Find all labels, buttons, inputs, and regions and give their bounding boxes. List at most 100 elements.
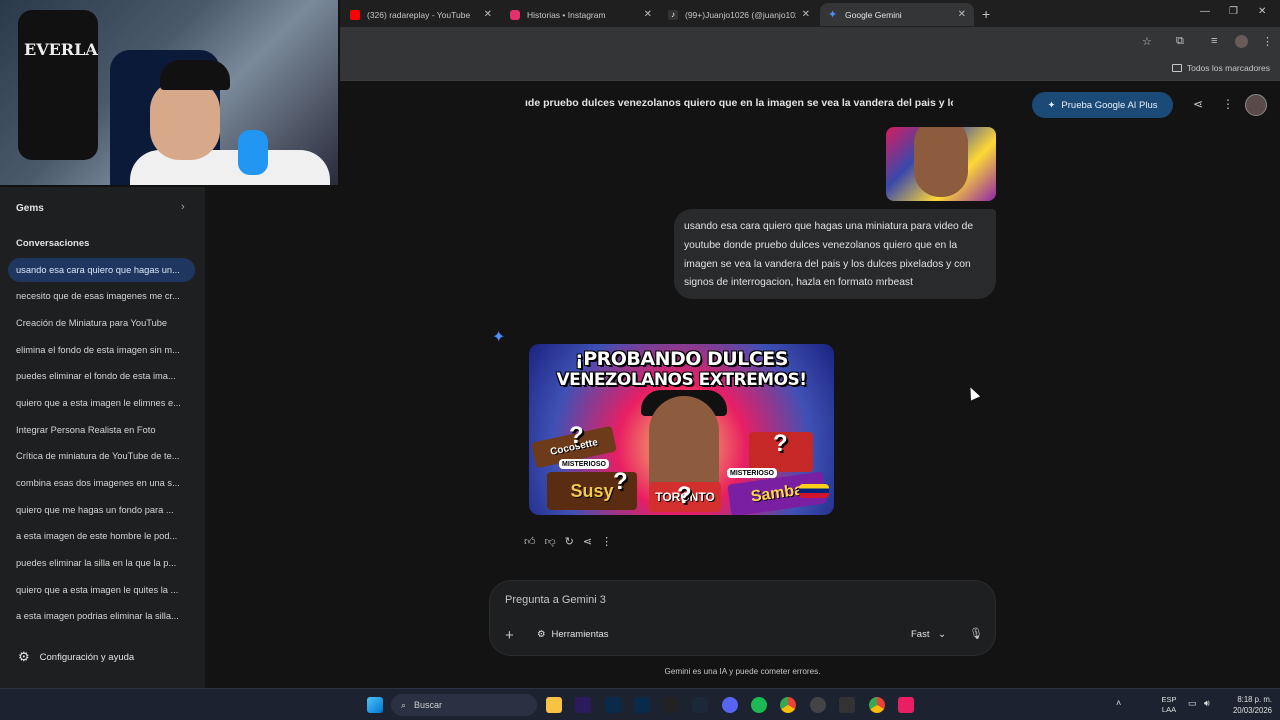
add-icon[interactable]: +: [505, 627, 514, 644]
mode-selector[interactable]: Fast ⌄: [911, 629, 946, 640]
tools-label: Herramientas: [551, 629, 609, 640]
language-indicator[interactable]: ESP LAA: [1160, 695, 1178, 715]
venezuela-flag: [799, 484, 829, 498]
tab-gemini[interactable]: ✦ Google Gemini ✕: [820, 3, 974, 26]
punching-bag: [18, 10, 98, 160]
streamer-face: [150, 80, 220, 160]
conversation-item[interactable]: quiero que me hagas un fondo para ...: [8, 498, 195, 522]
tab-youtube[interactable]: (326) radareplay - YouTube ✕: [342, 3, 500, 26]
extensions-icon[interactable]: ⧉: [1176, 35, 1184, 48]
new-tab-button[interactable]: +: [982, 6, 990, 22]
share-icon[interactable]: ⋖: [583, 535, 592, 548]
clock-time: 8:18 p. m.: [1237, 695, 1272, 704]
app-icon[interactable]: [839, 697, 855, 713]
clock-date: 20/03/2026: [1232, 706, 1272, 715]
face-photo: [914, 127, 968, 197]
conversation-item[interactable]: elimina el fondo de esta imagen sin m...: [8, 338, 195, 362]
conversation-item[interactable]: quiero que a esta imagen le quites la ..…: [8, 578, 195, 602]
conversation-item[interactable]: usando esa cara quiero que hagas un...: [8, 258, 195, 282]
disclaimer: Gemini es una IA y puede cometer errores…: [664, 667, 821, 676]
sparkle-icon: ✦: [1047, 99, 1056, 111]
photoshop-icon[interactable]: [605, 697, 621, 713]
conversation-item[interactable]: a esta imagen de este hombre le pod...: [8, 524, 195, 548]
file-explorer-icon[interactable]: [546, 697, 562, 713]
uploaded-face-image[interactable]: [886, 127, 996, 201]
tab-instagram[interactable]: Historias • Instagram ✕: [502, 3, 660, 26]
more-vert-icon[interactable]: ⋮: [601, 535, 612, 548]
conversations-heading: Conversaciones: [16, 238, 90, 249]
chrome-icon[interactable]: [780, 697, 796, 713]
headline-line-1: ¡PROBANDO DULCES: [575, 348, 788, 370]
folder-icon: [1171, 64, 1182, 72]
settings-label: Configuración y ayuda: [39, 651, 135, 663]
conversation-item[interactable]: Crítica de miniatura de YouTube de te...: [8, 444, 195, 468]
thumbs-down-icon[interactable]: 👎︎: [545, 535, 556, 548]
language-code: ESP: [1161, 695, 1177, 704]
tab-tiktok[interactable]: ♪ (99+)Juanjo1026 (@juanjo1026 ✕: [660, 3, 818, 26]
clock[interactable]: 8:18 p. m. 20/03/2026: [1222, 694, 1272, 716]
conversation-item[interactable]: combina esas dos imagenes en una s...: [8, 471, 195, 495]
media-icon[interactable]: ≡: [1211, 35, 1217, 47]
prompt-input[interactable]: Pregunta a Gemini 3 + ⚙ Herramientas Fas…: [489, 580, 996, 656]
chevron-down-icon: ⌄: [938, 629, 947, 640]
regenerate-icon[interactable]: ↻: [565, 535, 574, 548]
tiktok-icon: ♪: [668, 9, 678, 20]
restore-icon[interactable]: ❐: [1229, 6, 1238, 17]
mode-label: Fast: [911, 629, 930, 640]
mystery-tag-2: MISTERIOSO: [727, 468, 777, 478]
thumbs-up-icon[interactable]: 👍︎: [524, 535, 536, 548]
prompt-placeholder[interactable]: Pregunta a Gemini 3: [505, 594, 606, 606]
question-mark: ?: [773, 430, 788, 457]
steam-icon[interactable]: [692, 697, 708, 713]
close-icon[interactable]: ✕: [484, 9, 492, 20]
chevron-up-icon[interactable]: ˄: [1116, 698, 1121, 708]
upgrade-button[interactable]: ✦ Prueba Google AI Plus: [1032, 92, 1173, 118]
all-bookmarks-label: Todos los marcadores: [1186, 63, 1270, 73]
close-window-icon[interactable]: ✕: [1258, 6, 1266, 17]
conversation-item[interactable]: necesito que de esas imagenes me cr...: [8, 284, 195, 308]
chrome-active-icon[interactable]: [869, 697, 885, 713]
capcut-icon[interactable]: [898, 697, 914, 713]
microphone-icon[interactable]: 🎙︎: [969, 627, 983, 640]
obs-icon[interactable]: [810, 697, 826, 713]
user-message: usando esa cara quiero que hagas una min…: [674, 209, 996, 299]
chevron-right-icon[interactable]: ›: [181, 201, 185, 213]
bookmark-star-icon[interactable]: ☆: [1142, 35, 1152, 48]
conversation-item[interactable]: puedes eliminar la silla en la que la p.…: [8, 551, 195, 575]
close-icon[interactable]: ✕: [958, 9, 966, 20]
close-icon[interactable]: ✕: [802, 9, 810, 20]
gems-link[interactable]: Gems: [16, 203, 44, 214]
network-icon[interactable]: ▭: [1188, 698, 1197, 708]
mouse-cursor: [965, 385, 981, 401]
taskbar-search[interactable]: ⌕ Buscar: [391, 694, 537, 716]
lightroom-icon[interactable]: [634, 697, 650, 713]
headline-line-2: VENEZOLANOS EXTREMOS!: [556, 370, 807, 390]
conversation-item[interactable]: puedes eliminar el fondo de esta ima...: [8, 364, 195, 388]
conversation-item[interactable]: Creación de Miniatura para YouTube: [8, 311, 195, 335]
youtube-icon: [350, 9, 360, 20]
more-vert-icon[interactable]: ⋮: [1222, 97, 1234, 111]
webcam-overlay: EVERLA: [0, 0, 340, 187]
premiere-icon[interactable]: [575, 697, 591, 713]
discord-icon[interactable]: [722, 697, 738, 713]
menu-icon[interactable]: ⋮: [1262, 35, 1273, 48]
generated-thumbnail[interactable]: ¡PROBANDO DULCES VENEZOLANOS EXTREMOS! C…: [529, 344, 834, 515]
tab-title: (326) radareplay - YouTube: [367, 9, 471, 20]
windows-start-icon[interactable]: [367, 697, 383, 713]
epic-games-icon[interactable]: [663, 697, 679, 713]
avatar[interactable]: [1245, 94, 1267, 116]
spotify-icon[interactable]: [751, 697, 767, 713]
tools-button[interactable]: ⚙ Herramientas: [537, 629, 609, 640]
upgrade-label: Prueba Google AI Plus: [1061, 99, 1158, 111]
tools-icon: ⚙: [537, 629, 546, 640]
all-bookmarks-button[interactable]: Todos los marcadores: [1171, 63, 1270, 73]
conversation-item[interactable]: Integrar Persona Realista en Foto: [8, 418, 195, 442]
conversation-item[interactable]: quiero que a esta imagen le elimnes e...: [8, 391, 195, 415]
close-icon[interactable]: ✕: [644, 9, 652, 20]
minimize-icon[interactable]: —: [1200, 6, 1210, 17]
volume-icon[interactable]: 🔊︎: [1204, 698, 1210, 708]
settings-help-button[interactable]: ⚙ Configuración y ayuda: [18, 649, 134, 665]
conversation-item[interactable]: a esta imagen podrias eliminar la silla.…: [8, 604, 195, 628]
profile-avatar[interactable]: [1235, 35, 1248, 48]
share-icon[interactable]: ⋖: [1193, 97, 1203, 111]
